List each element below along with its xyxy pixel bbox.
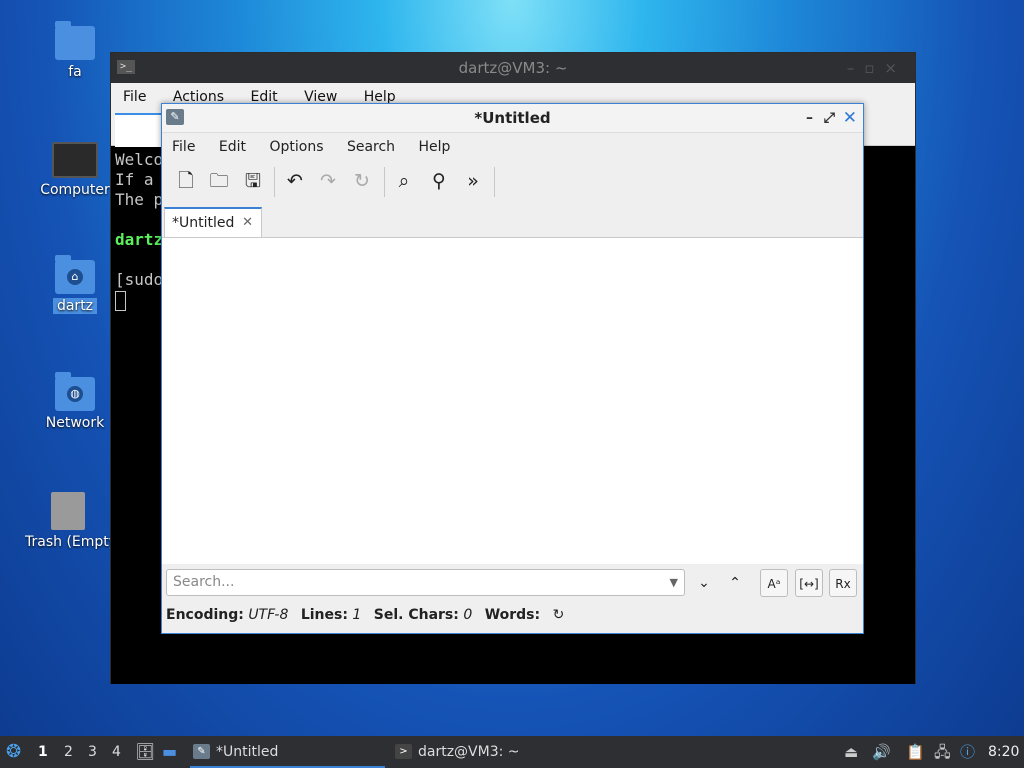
globe-icon: ◍ bbox=[67, 386, 83, 402]
desktop-icon-label: dartz bbox=[52, 298, 98, 314]
match-case-icon[interactable]: Aᵃ bbox=[760, 569, 788, 597]
tab-label: *Untitled bbox=[172, 215, 235, 231]
terminal-title: dartz@VM3: ~ bbox=[458, 59, 568, 77]
computer-icon bbox=[52, 142, 98, 178]
toolbar-separator bbox=[384, 167, 385, 197]
reload-icon[interactable]: ↻ bbox=[348, 167, 376, 195]
tab-untitled[interactable]: *Untitled ✕ bbox=[164, 207, 262, 237]
lines-label: Lines: bbox=[300, 607, 348, 623]
more-chevron-icon[interactable]: » bbox=[459, 167, 487, 195]
home-folder-icon: ⌂ bbox=[55, 255, 95, 294]
encoding-label: Encoding: bbox=[166, 607, 244, 623]
editor-tabbar: *Untitled ✕ bbox=[162, 203, 863, 238]
undo-icon[interactable]: ↶ bbox=[281, 167, 309, 195]
maximize-icon[interactable]: ⤢ bbox=[824, 104, 835, 132]
editor-toolbar: 🗋 🗀 🖫 ↶ ↷ ↻ ⌕ ⚲ » bbox=[162, 161, 863, 203]
text-editor-area[interactable] bbox=[162, 238, 863, 564]
lines-value: 1 bbox=[352, 607, 362, 623]
find-next-icon[interactable]: ⌄ bbox=[693, 569, 715, 597]
menu-help[interactable]: Help bbox=[419, 139, 451, 155]
editor-title: *Untitled bbox=[474, 109, 551, 127]
workspace-1[interactable]: 1 bbox=[38, 736, 48, 768]
regex-icon[interactable]: Rx bbox=[829, 569, 857, 597]
sel-chars-value: 0 bbox=[463, 607, 473, 623]
encoding-value: UTF-8 bbox=[248, 607, 289, 623]
desktop-icon-trash[interactable]: Trash (Empty) bbox=[25, 492, 111, 550]
notification-icon[interactable]: ⓘ bbox=[960, 736, 975, 768]
network-folder-icon: ◍ bbox=[55, 372, 95, 411]
find-replace-icon[interactable]: ⚲ bbox=[425, 167, 453, 195]
window-buttons[interactable]: –▫× bbox=[847, 53, 907, 83]
editor-titlebar[interactable]: ✎ *Untitled – ⤢ ✕ bbox=[162, 104, 863, 133]
workspace-2[interactable]: 2 bbox=[64, 736, 73, 768]
trash-icon bbox=[51, 492, 85, 530]
taskbar-task-terminal[interactable]: > dartz@VM3: ~ bbox=[392, 736, 608, 768]
clock[interactable]: 8:20 bbox=[988, 736, 1019, 768]
menu-file[interactable]: File bbox=[172, 139, 195, 155]
menu-search[interactable]: Search bbox=[347, 139, 395, 155]
featherpad-app-icon: ✎ bbox=[166, 109, 184, 125]
terminal-cursor bbox=[115, 290, 126, 311]
task-label: *Untitled bbox=[216, 744, 279, 760]
terminal-task-icon: > bbox=[395, 744, 412, 759]
terminal-icon: >_ bbox=[117, 60, 135, 74]
find-icon[interactable]: ⌕ bbox=[390, 167, 418, 195]
eject-icon[interactable]: ⏏ bbox=[844, 736, 858, 768]
search-history-dropdown-icon[interactable]: ▼ bbox=[670, 570, 678, 595]
file-manager-icon[interactable]: 🗄 bbox=[135, 736, 155, 768]
whole-word-icon[interactable]: [↔] bbox=[795, 569, 823, 597]
workspace-3[interactable]: 3 bbox=[88, 736, 97, 768]
sel-chars-label: Sel. Chars: bbox=[373, 607, 459, 623]
taskbar: ❂ 1 2 3 4 🗄 ▬ ✎ *Untitled > dartz@VM3: ~… bbox=[0, 736, 1024, 768]
search-input[interactable]: Search... ▼ bbox=[166, 569, 685, 596]
network-icon[interactable]: 🖧 bbox=[934, 736, 951, 768]
find-previous-icon[interactable]: ⌃ bbox=[724, 569, 746, 597]
toolbar-separator bbox=[274, 167, 275, 197]
tab-close-icon[interactable]: ✕ bbox=[242, 209, 253, 237]
show-desktop-icon[interactable]: ▬ bbox=[162, 736, 177, 768]
search-placeholder: Search... bbox=[173, 574, 235, 590]
status-bar: Encoding: UTF-8 Lines: 1 Sel. Chars: 0 W… bbox=[166, 606, 564, 624]
save-icon[interactable]: 🖫 bbox=[239, 167, 267, 195]
home-icon: ⌂ bbox=[67, 269, 83, 285]
new-file-icon[interactable]: 🗋 bbox=[172, 167, 200, 195]
menu-options[interactable]: Options bbox=[269, 139, 323, 155]
desktop-icon-label: Trash (Empty) bbox=[25, 534, 111, 550]
editor-menubar: File Edit Options Search Help bbox=[162, 133, 863, 161]
task-label: dartz@VM3: ~ bbox=[418, 744, 520, 760]
start-menu-icon[interactable]: ❂ bbox=[6, 736, 21, 768]
words-label: Words: bbox=[484, 607, 541, 623]
terminal-menu-file[interactable]: File bbox=[123, 89, 146, 105]
minimize-icon[interactable]: – bbox=[806, 104, 813, 132]
folder-icon bbox=[55, 21, 95, 60]
workspace-4[interactable]: 4 bbox=[112, 736, 121, 768]
taskbar-task-untitled[interactable]: ✎ *Untitled bbox=[190, 736, 385, 768]
refresh-word-count-icon[interactable]: ↻ bbox=[553, 607, 565, 623]
menu-edit[interactable]: Edit bbox=[219, 139, 246, 155]
volume-icon[interactable]: 🔊 bbox=[872, 736, 891, 768]
toolbar-separator bbox=[494, 167, 495, 197]
clipboard-icon[interactable]: 📋 bbox=[906, 736, 925, 768]
open-folder-icon[interactable]: 🗀 bbox=[205, 167, 233, 195]
featherpad-task-icon: ✎ bbox=[193, 744, 210, 759]
redo-icon[interactable]: ↷ bbox=[314, 167, 342, 195]
editor-window[interactable]: ✎ *Untitled – ⤢ ✕ File Edit Options Sear… bbox=[161, 103, 864, 634]
terminal-titlebar[interactable]: >_ dartz@VM3: ~ –▫× bbox=[111, 53, 915, 83]
close-icon[interactable]: ✕ bbox=[843, 104, 857, 132]
